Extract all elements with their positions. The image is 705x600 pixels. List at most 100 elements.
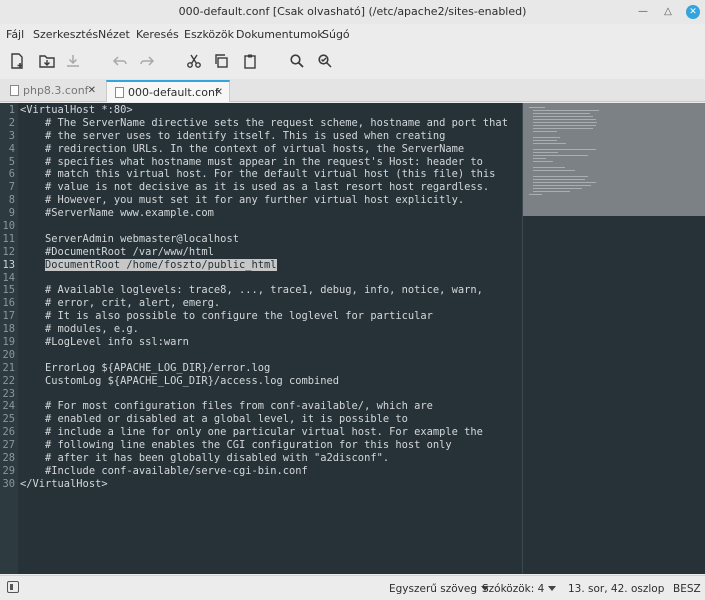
minimap-line xyxy=(532,143,566,144)
minimap-line xyxy=(532,188,583,189)
line-number: 22 xyxy=(2,374,15,387)
line-text: DocumentRoot /home/foszto/public_html xyxy=(20,258,277,272)
toolbar xyxy=(0,45,705,77)
minimap-line xyxy=(532,167,565,168)
menu-file[interactable]: Fájl xyxy=(6,28,24,41)
search-replace-icon[interactable] xyxy=(315,51,335,71)
line-number: 20 xyxy=(2,348,15,361)
minimap[interactable] xyxy=(522,103,705,574)
tab-label: 000-default.conf xyxy=(128,86,219,99)
language-selector[interactable]: Egyszerű szöveg xyxy=(389,583,490,595)
maximize-icon[interactable]: △ xyxy=(661,5,675,19)
open-folder-icon[interactable] xyxy=(37,51,57,71)
cut-icon[interactable] xyxy=(184,51,204,71)
line-text: # error, crit, alert, emerg. xyxy=(20,297,221,310)
minimap-line xyxy=(529,107,546,108)
line-text: # match this virtual host. For the defau… xyxy=(20,168,496,181)
minimap-line xyxy=(532,137,561,138)
menu-view[interactable]: Nézet xyxy=(98,28,130,41)
line-number: 10 xyxy=(2,220,15,233)
save-icon[interactable] xyxy=(63,51,83,71)
tab-000-default-conf[interactable]: 000-default.conf ✕ xyxy=(106,80,230,102)
minimize-icon[interactable]: — xyxy=(636,5,650,19)
cursor-position[interactable]: 13. sor, 42. oszlop xyxy=(568,583,664,595)
minimap-line xyxy=(532,191,571,192)
line-text: # redirection URLs. In the context of vi… xyxy=(20,142,465,155)
line-number: 8 xyxy=(8,194,15,207)
line-text: # For most configuration files from conf… xyxy=(20,400,433,413)
line-text: <VirtualHost *:80> xyxy=(20,104,133,116)
line-text: #DocumentRoot /var/www/html xyxy=(20,245,214,258)
line-number: 1 xyxy=(8,104,15,116)
sidepanel-icon[interactable] xyxy=(7,581,19,593)
line-text: # It is also possible to configure the l… xyxy=(20,310,433,323)
minimap-line xyxy=(532,140,557,141)
line-text: # Available loglevels: trace8, ..., trac… xyxy=(20,284,483,297)
paste-icon[interactable] xyxy=(240,51,260,71)
line-text: # specifies what hostname must appear in… xyxy=(20,155,483,168)
minimap-line xyxy=(532,110,600,111)
line-text: </VirtualHost> xyxy=(20,477,108,490)
minimap-line xyxy=(532,155,589,156)
line-text: # enabled or disabled at a global level,… xyxy=(20,413,408,426)
line-number: 27 xyxy=(2,439,15,452)
close-icon[interactable]: ✕ xyxy=(215,82,223,103)
tab-width-selector[interactable]: Szóközök: 4 xyxy=(482,583,557,595)
line-number: 29 xyxy=(2,464,15,477)
line-number: 26 xyxy=(2,426,15,439)
tab-bar: php8.3.conf ✕ 000-default.conf ✕ xyxy=(0,79,705,102)
line-text: # value is not decisive as it is used as… xyxy=(20,181,490,194)
tab-php83-conf[interactable]: php8.3.conf ✕ xyxy=(2,80,102,102)
minimap-line xyxy=(532,152,558,153)
line-number: 4 xyxy=(8,142,15,155)
line-text: # following line enables the CGI configu… xyxy=(20,439,452,452)
line-number: 30 xyxy=(2,477,15,490)
line-text: # modules, e.g. xyxy=(20,323,139,336)
undo-icon[interactable] xyxy=(110,51,130,71)
menu-documents[interactable]: Dokumentumok xyxy=(236,28,324,41)
line-number: 23 xyxy=(2,387,15,400)
minimap-line xyxy=(532,149,596,150)
line-number: 5 xyxy=(8,155,15,168)
insert-mode[interactable]: BESZ xyxy=(673,583,701,595)
line-number: 25 xyxy=(2,413,15,426)
minimap-line xyxy=(532,182,596,183)
menu-tools[interactable]: Eszközök xyxy=(184,28,234,41)
window-title: 000-default.conf [Csak olvasható] (/etc/… xyxy=(178,5,527,18)
menu-edit[interactable]: Szerkesztés xyxy=(33,28,98,41)
line-number: 15 xyxy=(2,284,15,297)
minimap-line xyxy=(532,158,547,159)
document-icon xyxy=(10,85,19,96)
tab-label: php8.3.conf xyxy=(23,84,89,97)
line-number: 28 xyxy=(2,452,15,465)
menu-help[interactable]: Súgó xyxy=(322,28,350,41)
close-icon[interactable]: ✕ xyxy=(88,80,96,101)
minimap-line xyxy=(532,122,598,123)
line-text: #LogLevel info ssl:warn xyxy=(20,336,189,349)
document-icon xyxy=(115,87,124,98)
line-number: 9 xyxy=(8,207,15,220)
line-number: 6 xyxy=(8,168,15,181)
new-document-icon[interactable] xyxy=(7,51,27,71)
minimap-line xyxy=(532,170,575,171)
minimap-line xyxy=(532,179,585,180)
copy-icon[interactable] xyxy=(211,51,231,71)
close-icon[interactable]: ✕ xyxy=(686,5,700,19)
minimap-line xyxy=(532,113,591,114)
line-text: #ServerName www.example.com xyxy=(20,207,214,220)
line-number: 12 xyxy=(2,245,15,258)
code-editor[interactable]: 1 <VirtualHost *:80> 2 # The ServerName di… xyxy=(0,103,522,574)
line-number: 14 xyxy=(2,271,15,284)
line-number: 24 xyxy=(2,400,15,413)
menu-search[interactable]: Keresés xyxy=(136,28,179,41)
search-icon[interactable] xyxy=(287,51,307,71)
line-number: 7 xyxy=(8,181,15,194)
minimap-line xyxy=(532,161,554,162)
line-text: ErrorLog ${APACHE_LOG_DIR}/error.log xyxy=(20,361,271,374)
minimap-line xyxy=(532,128,593,129)
line-number: 19 xyxy=(2,336,15,349)
redo-icon[interactable] xyxy=(137,51,157,71)
line-text: CustomLog ${APACHE_LOG_DIR}/access.log c… xyxy=(20,374,340,387)
line-text: # after it has been globally disabled wi… xyxy=(20,452,390,465)
minimap-line xyxy=(532,116,593,117)
